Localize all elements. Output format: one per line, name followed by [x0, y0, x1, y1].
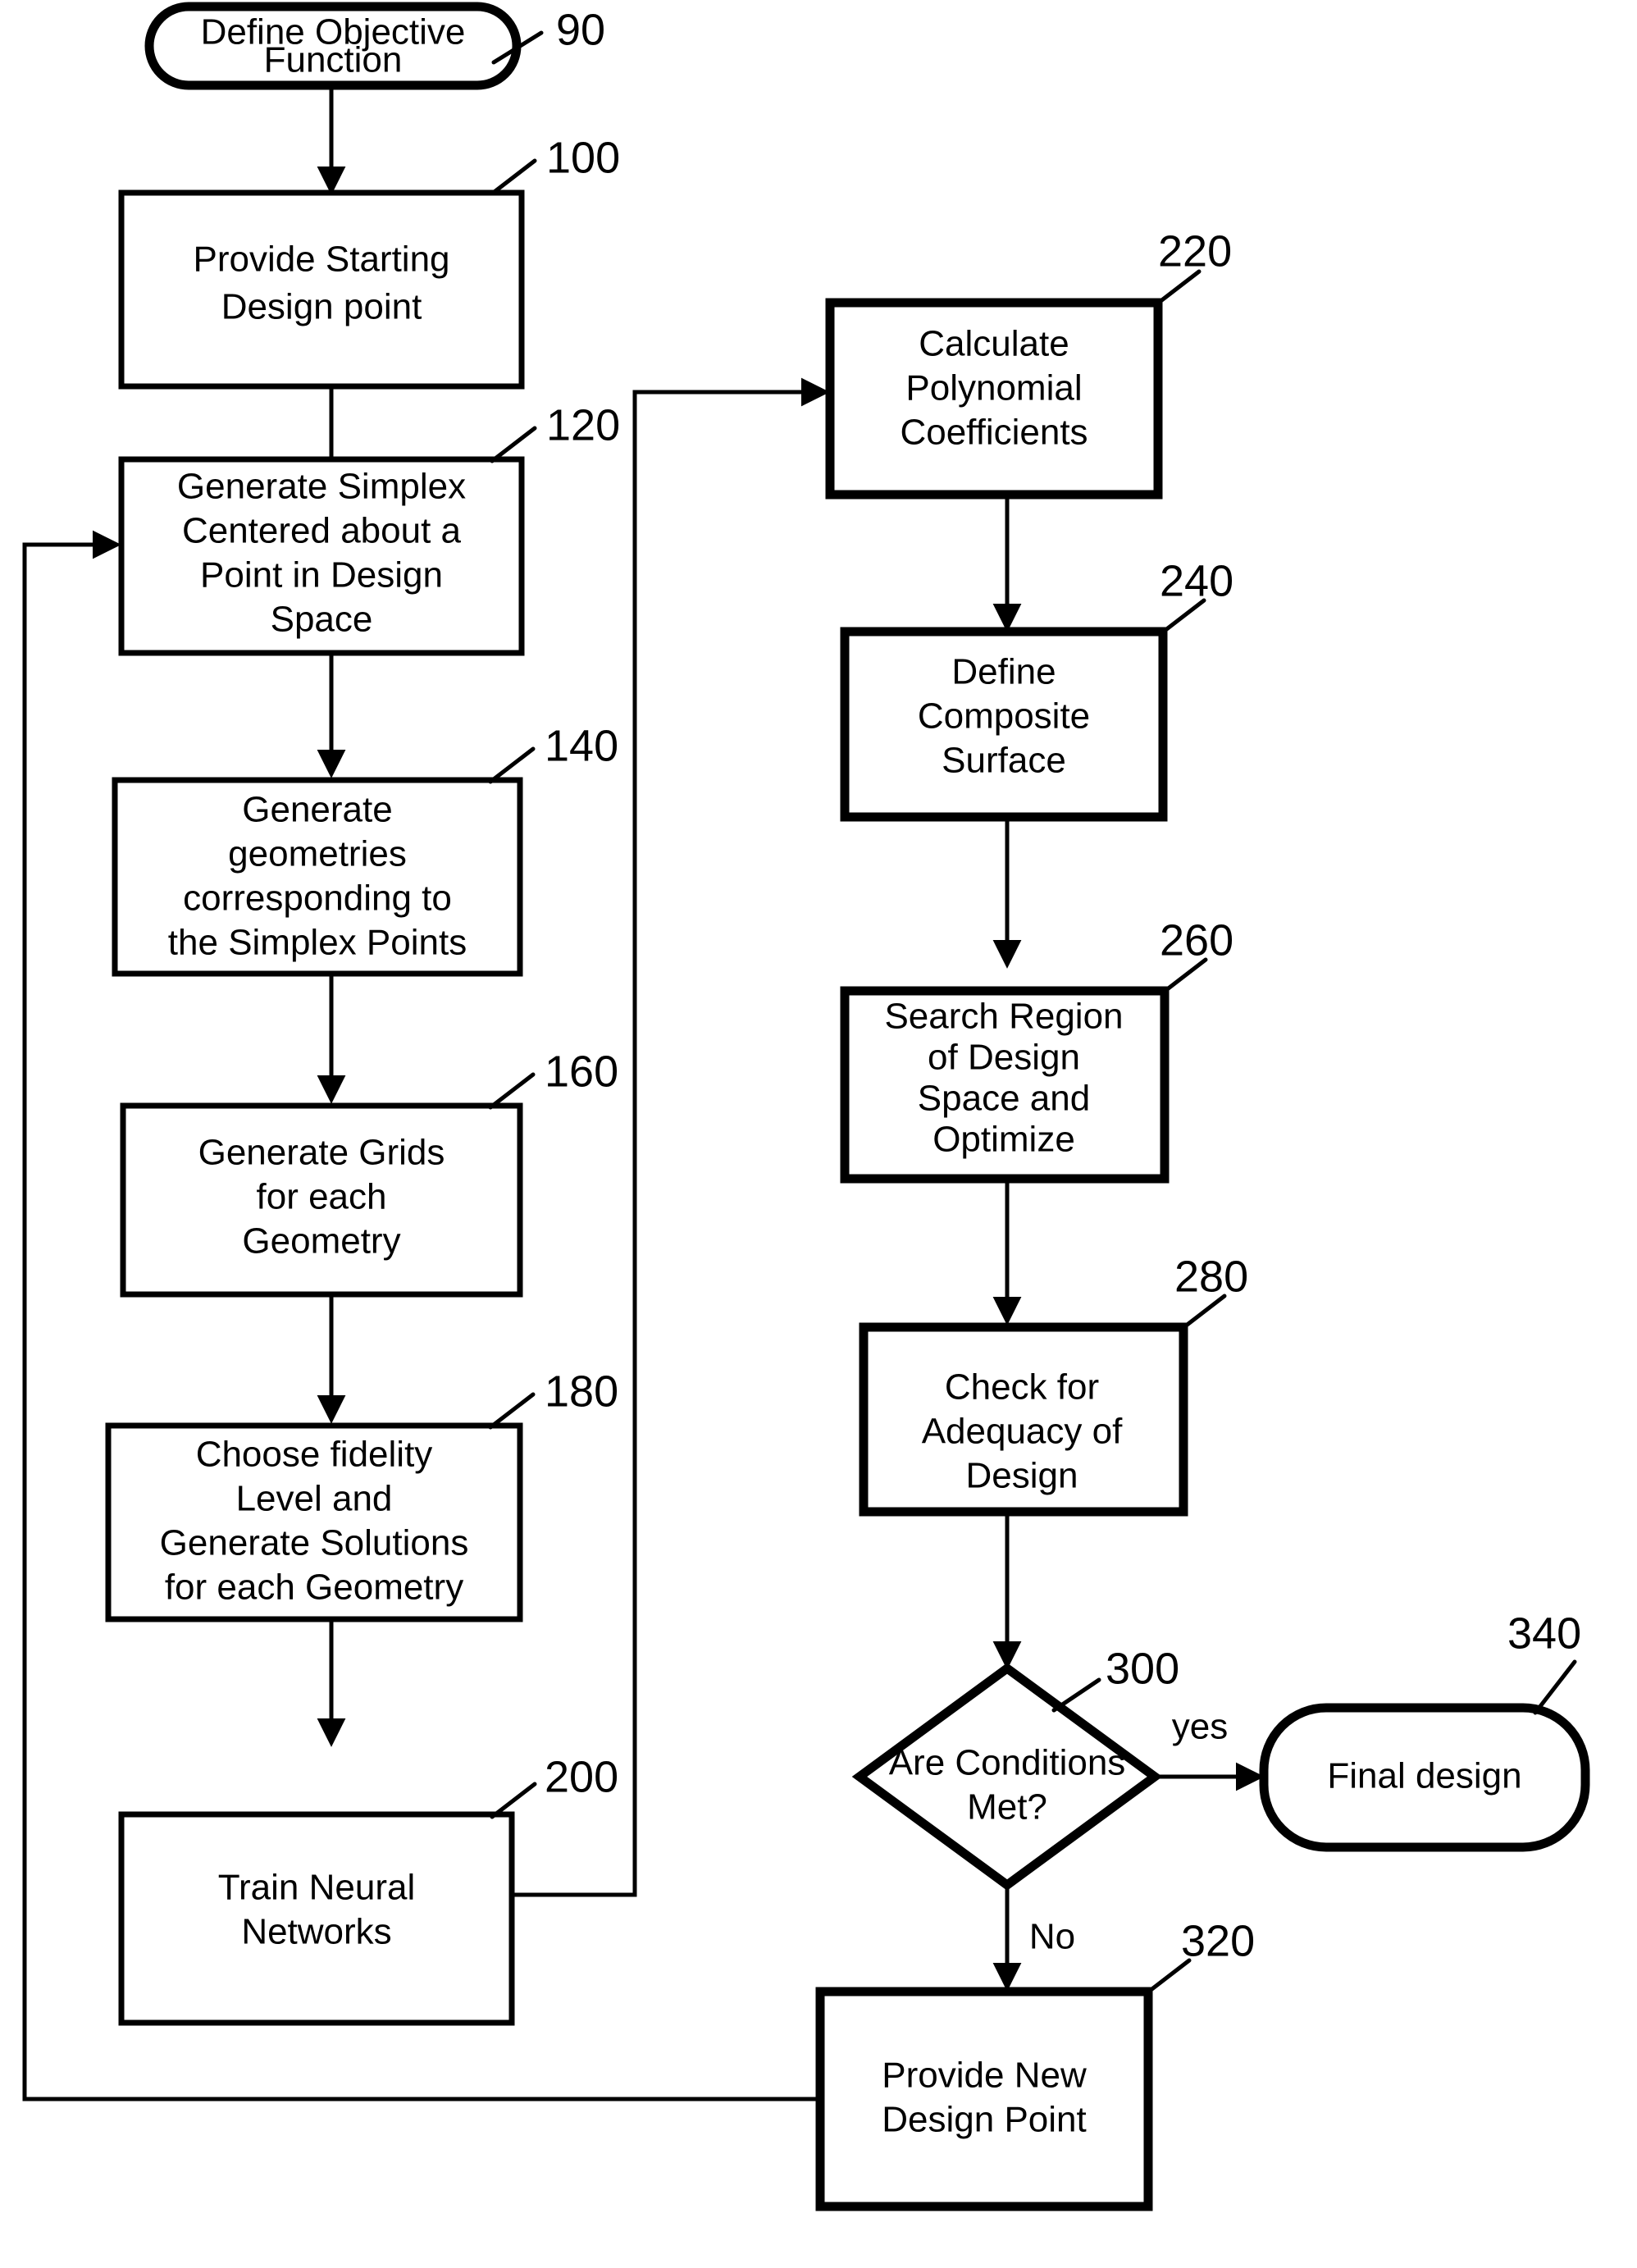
node-280-line-1: Check for [945, 1367, 1099, 1408]
ref-label-180: 180 [488, 1367, 618, 1430]
node-final-design[interactable]: Final design [1259, 1703, 1590, 1852]
node-160-line-2: for each [257, 1177, 387, 1217]
ref-180-leader [488, 1392, 536, 1430]
node-check-adequacy-of-design[interactable]: Check for Adequacy of Design [859, 1322, 1188, 1517]
node-220-line-2: Polynomial [905, 368, 1082, 408]
node-240-line-1: Define [951, 652, 1056, 692]
ref-200-text: 200 [545, 1752, 618, 1801]
node-90-line-2: Function [264, 40, 403, 80]
ref-320-text: 320 [1181, 1916, 1255, 1965]
ref-label-200: 200 [490, 1752, 618, 1819]
node-search-region-of-design-space[interactable]: Search Region of Design Space and Optimi… [840, 986, 1170, 1184]
node-140-line-1: Generate [242, 790, 392, 830]
ref-180-text: 180 [545, 1367, 618, 1416]
node-180-line-1: Choose fidelity [196, 1435, 433, 1475]
edge-200-to-220 [512, 377, 830, 1897]
node-180-line-3: Generate Solutions [160, 1523, 469, 1563]
ref-label-300: 300 [1051, 1644, 1179, 1713]
flowchart-page: Define Objective Function 90 Provide Sta… [0, 0, 1637, 2268]
ref-300-text: 300 [1106, 1644, 1179, 1693]
node-provide-starting-design-point[interactable]: Provide Starting Design point [118, 189, 525, 390]
edge-label-no: No [1029, 1917, 1075, 1957]
ref-160-leader [488, 1072, 536, 1110]
ref-260-text: 260 [1160, 915, 1233, 965]
ref-label-320: 320 [1144, 1916, 1255, 1996]
node-280-line-3: Design [966, 1456, 1078, 1496]
node-120-line-1: Generate Simplex [177, 467, 466, 507]
ref-label-340: 340 [1507, 1609, 1581, 1715]
node-240-line-3: Surface [942, 741, 1066, 781]
node-200-line-2: Networks [241, 1912, 391, 1952]
ref-120-text: 120 [546, 400, 620, 449]
ref-100-leader [490, 158, 537, 196]
ref-280-text: 280 [1174, 1252, 1248, 1301]
node-provide-new-design-point[interactable]: Provide New Design Point [815, 1987, 1153, 2211]
node-120-line-4: Space [271, 600, 373, 640]
ref-160-text: 160 [545, 1047, 618, 1096]
node-260-line-3: Space and [918, 1079, 1090, 1119]
ref-340-leader [1533, 1659, 1577, 1715]
node-train-neural-networks[interactable]: Train Neural Networks [118, 1811, 515, 2026]
ref-90-text: 90 [556, 5, 605, 54]
flowchart-canvas: Define Objective Function 90 Provide Sta… [22, 2, 1590, 2211]
node-140-line-3: corresponding to [183, 878, 452, 919]
ref-300-leader [1051, 1677, 1101, 1713]
node-260-line-2: of Design [928, 1038, 1080, 1078]
node-180-line-2: Level and [236, 1479, 393, 1519]
ref-140-text: 140 [545, 721, 618, 770]
node-320-line-1: Provide New [882, 2056, 1087, 2096]
ref-240-text: 240 [1160, 556, 1233, 605]
node-160-line-1: Generate Grids [198, 1133, 445, 1173]
ref-label-160: 160 [488, 1047, 618, 1110]
ref-100-text: 100 [546, 133, 620, 182]
node-280-line-2: Adequacy of [922, 1412, 1123, 1452]
ref-label-260: 260 [1160, 915, 1233, 995]
node-300-line-2: Met? [967, 1787, 1047, 1828]
node-220-line-1: Calculate [919, 324, 1069, 364]
edge-label-yes: yes [1172, 1707, 1228, 1747]
ref-340-text: 340 [1507, 1609, 1581, 1658]
node-choose-fidelity-level[interactable]: Choose fidelity Level and Generate Solut… [105, 1422, 523, 1622]
ref-label-120: 120 [490, 400, 620, 463]
node-generate-geometries[interactable]: Generate geometries corresponding to the… [112, 777, 523, 977]
ref-140-leader [488, 746, 536, 784]
node-340-line-1: Final design [1327, 1756, 1521, 1796]
ref-220-text: 220 [1158, 226, 1232, 276]
node-120-line-3: Point in Design [200, 555, 443, 596]
node-220-line-3: Coefficients [900, 413, 1088, 453]
node-320-line-2: Design Point [882, 2100, 1086, 2140]
node-240-line-2: Composite [918, 696, 1090, 737]
node-calculate-polynomial-coefficients[interactable]: Calculate Polynomial Coefficients [825, 298, 1163, 500]
node-100-line-2: Design point [221, 287, 422, 327]
node-160-line-3: Geometry [242, 1221, 400, 1262]
ref-120-leader [490, 426, 537, 463]
node-180-line-4: for each Geometry [165, 1568, 463, 1608]
ref-220-leader [1154, 269, 1202, 307]
node-300-line-1: Are Conditions [889, 1743, 1126, 1783]
node-define-composite-surface[interactable]: Define Composite Surface [840, 627, 1168, 822]
node-are-conditions-met[interactable]: Are Conditions Met? [851, 1663, 1163, 1891]
node-140-line-2: geometries [228, 834, 407, 874]
node-generate-grids[interactable]: Generate Grids for each Geometry [120, 1102, 523, 1298]
ref-label-240: 240 [1159, 556, 1233, 636]
node-260-line-4: Optimize [932, 1120, 1075, 1160]
node-define-objective-function[interactable]: Define Objective Function [144, 2, 522, 90]
node-generate-simplex[interactable]: Generate Simplex Centered about a Point … [118, 456, 525, 656]
ref-label-100: 100 [490, 133, 620, 196]
node-100-line-1: Provide Starting [193, 240, 449, 280]
node-140-line-4: the Simplex Points [168, 923, 467, 963]
node-260-line-1: Search Region [884, 997, 1123, 1037]
ref-label-280: 280 [1174, 1252, 1248, 1331]
node-120-line-2: Centered about a [182, 511, 462, 551]
ref-label-140: 140 [488, 721, 618, 784]
ref-label-220: 220 [1154, 226, 1232, 307]
node-200-line-1: Train Neural [218, 1868, 415, 1908]
